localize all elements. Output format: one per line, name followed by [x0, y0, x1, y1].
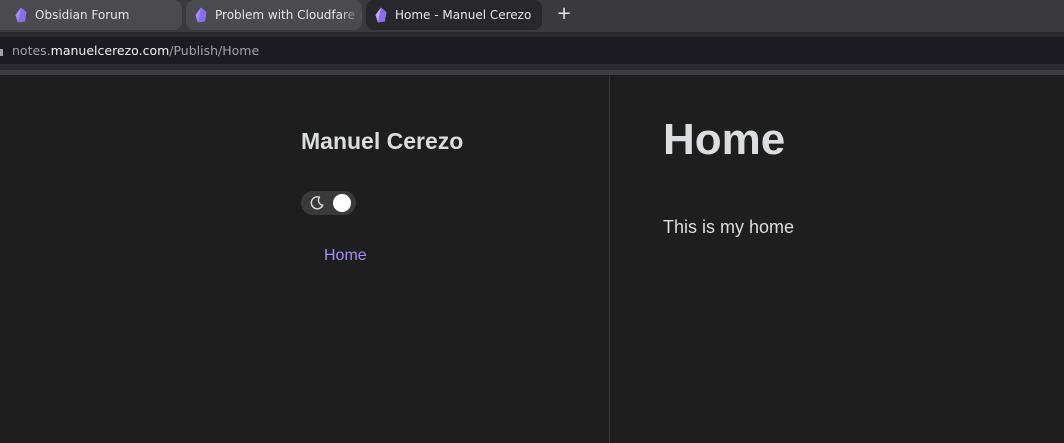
obsidian-icon [195, 7, 207, 23]
address-bar: notes.manuelcerezo.com/Publish/Home [0, 32, 1064, 70]
new-tab-button[interactable]: + [555, 5, 573, 23]
url-text: notes.manuelcerezo.com/Publish/Home [12, 43, 259, 58]
tab-home-manuel-cerezo[interactable]: Home - Manuel Cerezo [366, 0, 542, 30]
obsidian-icon [15, 7, 27, 23]
column-divider [609, 75, 610, 443]
url-field[interactable]: notes.manuelcerezo.com/Publish/Home [0, 37, 1064, 64]
nav-item-home[interactable]: Home [324, 247, 367, 265]
theme-toggle[interactable] [301, 191, 356, 215]
lock-icon [0, 49, 3, 56]
tab-title: Problem with Cloudfare cus [215, 8, 362, 22]
url-subdomain: notes. [12, 43, 51, 58]
url-domain: manuelcerezo.com [50, 43, 170, 58]
moon-icon [310, 196, 324, 210]
page-title: Home [663, 115, 786, 164]
site-name[interactable]: Manuel Cerezo [301, 128, 463, 155]
obsidian-icon [375, 7, 387, 23]
tab-cloudflare-problem[interactable]: Problem with Cloudfare cus [186, 0, 362, 30]
toggle-knob [333, 194, 351, 212]
page-body-text: This is my home [663, 217, 795, 237]
browser-tab-bar: Obsidian Forum Problem with Cloudfare cu… [0, 0, 1064, 32]
tab-title: Home - Manuel Cerezo [395, 8, 532, 22]
page-content: Manuel Cerezo Home Home This is my home [0, 75, 1064, 443]
tab-title: Obsidian Forum [35, 8, 130, 22]
url-path: /Publish/Home [169, 43, 260, 58]
tab-obsidian-forum[interactable]: Obsidian Forum [0, 0, 182, 30]
